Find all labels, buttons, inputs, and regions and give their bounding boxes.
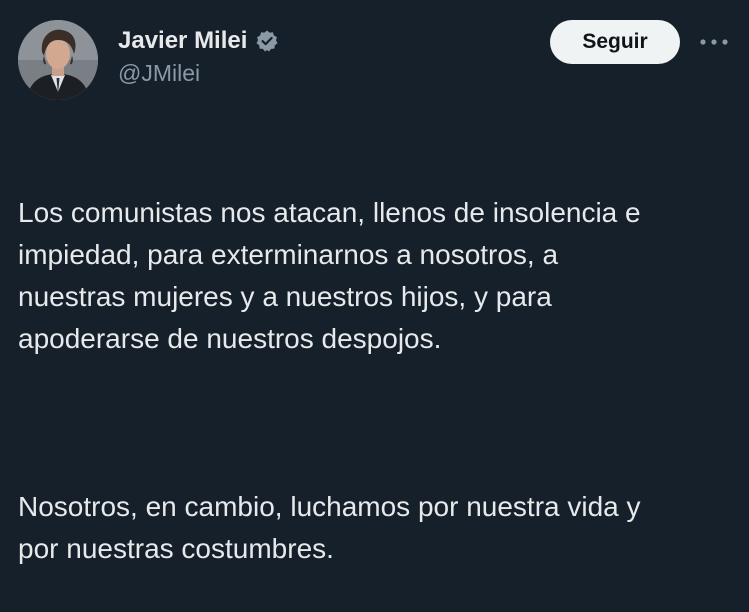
more-options-button[interactable] [694,28,734,56]
more-options-icon [700,39,728,45]
tweet-paragraph-2: Nosotros, en cambio, luchamos por nuestr… [18,491,641,564]
author-display-name[interactable]: Javier Milei [118,27,247,55]
tweet-paragraph-1: Los comunistas nos atacan, llenos de ins… [18,197,641,354]
avatar[interactable] [18,20,98,100]
profile-photo-icon [18,20,98,100]
author-name-row: Javier Milei [118,24,279,58]
author-handle[interactable]: @JMilei [118,60,200,87]
tweet-text: Los comunistas nos atacan, llenos de ins… [18,150,743,612]
follow-button[interactable]: Seguir [550,20,680,64]
tweet-card: Javier Milei @JMilei Seguir Los comunist… [0,0,749,564]
verified-badge-icon[interactable] [255,29,279,53]
